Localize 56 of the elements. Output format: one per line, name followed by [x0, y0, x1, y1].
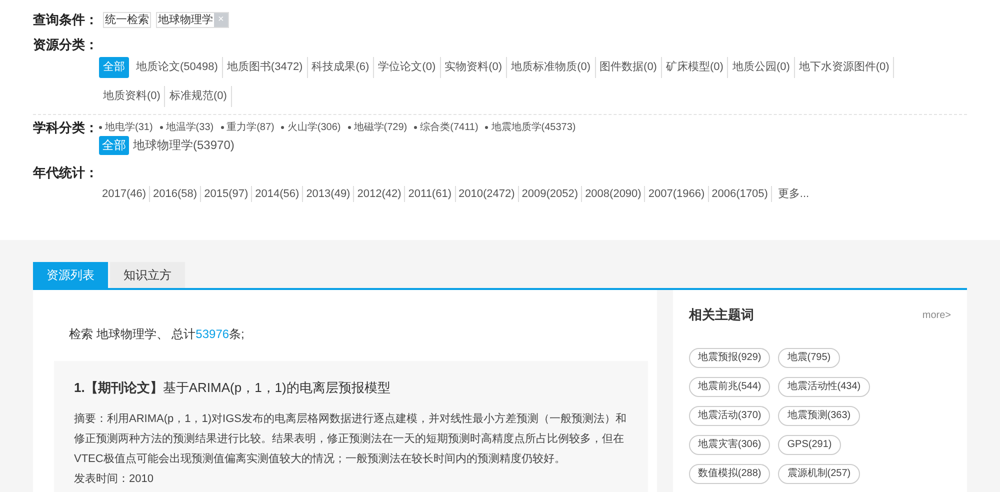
year-link[interactable]: 2012(42) [354, 186, 406, 202]
keyword-tag[interactable]: 地震预测(363) [778, 406, 860, 426]
keyword-tag[interactable]: 地震活动(370) [688, 406, 770, 426]
keyword-tag[interactable]: GPS(291) [778, 435, 841, 455]
category-link[interactable]: 地质公园(0) [728, 57, 795, 78]
filter-label: 年代统计： [33, 164, 99, 182]
tab[interactable]: 知识立方 [110, 262, 185, 288]
subject-link[interactable]: 地球物理学(53970) [132, 136, 236, 155]
year-link[interactable]: 2007(1966) [645, 186, 709, 202]
year-link[interactable]: 2015(97) [201, 186, 252, 202]
more-link[interactable]: more> [922, 310, 951, 320]
keyword-tag[interactable]: 地震活动性(434) [778, 377, 870, 397]
filter-label: 资源分类： [33, 36, 99, 54]
filter-label: 学科分类： [33, 119, 99, 137]
year-link[interactable]: 2010(2472) [456, 186, 519, 202]
result-title[interactable]: 1.【期刊论文】基于ARIMA(p，1，1)的电离层预报模型 [74, 379, 632, 397]
subject-link[interactable]: 综合类(7411) [414, 118, 478, 136]
year-link[interactable]: 2016(58) [150, 186, 202, 202]
result-date: 发表时间：2010 [74, 472, 154, 487]
keyword-tag[interactable]: 地震前兆(544) [688, 377, 770, 397]
category-link[interactable]: 矿床模型(0) [662, 57, 728, 78]
year-link[interactable]: 2011(61) [405, 186, 456, 202]
subject-link[interactable]: 地震地质学(45373) [485, 118, 576, 136]
year-link[interactable]: 2006(1705) [708, 186, 772, 202]
year-link[interactable]: 2013(49) [303, 186, 354, 202]
year-link[interactable]: 2014(56) [252, 186, 304, 202]
subject-link[interactable]: 地电学(31) [99, 118, 153, 136]
keyword-tag[interactable]: 地震灾害(306) [688, 435, 770, 455]
category-link[interactable]: 地质图书(3472) [222, 57, 308, 78]
year-link[interactable]: 2009(2052) [518, 186, 582, 202]
subject-link[interactable]: 地磁学(729) [348, 118, 408, 136]
filter-label: 查询条件： [33, 11, 99, 29]
category-link[interactable]: 实物资料(0) [440, 57, 508, 78]
result-abstract: 摘要：利用ARIMA(p，1，1)对IGS发布的电离层格网数据进行逐点建模，并对线性最小方差预测（一般预测法）和修正预测两种方法的预测结果进行比较。结果表明，修正预测法在一天的短期预测时高精度点所占比例较多，但在VTEC极值点可能会出现预测值偏离实测值较大的情况；一般预测法在较长时间内的预测精度仍较好。 [74, 412, 628, 467]
category-link[interactable]: 科技成果(6) [308, 57, 374, 78]
keyword-tag[interactable]: 地震(795) [778, 348, 840, 368]
subject-link[interactable]: 火山学(306) [281, 118, 341, 136]
category-link[interactable]: 地质标准物质(0) [507, 57, 596, 78]
condition-text: 统一检索 [104, 13, 150, 27]
year-link[interactable]: 2017(46) [99, 186, 150, 202]
keyword-tag[interactable]: 震源机制(257) [778, 464, 860, 484]
keyword-tag[interactable]: 数值模拟(288) [688, 464, 770, 484]
category-link[interactable]: 学位论文(0) [374, 57, 441, 78]
category-link[interactable]: 地下水资源图件(0) [794, 57, 894, 78]
category-link[interactable]: 图件数据(0) [596, 57, 662, 78]
category-link[interactable]: 标准规范(0) [165, 86, 232, 107]
sidebar-title: 相关主题词 [688, 306, 754, 324]
category-link[interactable]: 地质论文(50498) [132, 57, 223, 78]
result-summary: 检索 地球物理学、 总计53976条; [68, 326, 246, 343]
category-link[interactable]: 地质资料(0) [99, 86, 166, 107]
condition-text: 地球物理学 [157, 13, 214, 27]
year-link[interactable]: 2008(2090) [582, 186, 646, 202]
keyword-tag[interactable]: 地震预报(929) [688, 348, 770, 368]
more-link[interactable]: 更多... [772, 186, 812, 202]
subject-link[interactable]: 地温学(33) [160, 118, 214, 136]
subject-link[interactable]: 重力学(87) [220, 118, 274, 136]
